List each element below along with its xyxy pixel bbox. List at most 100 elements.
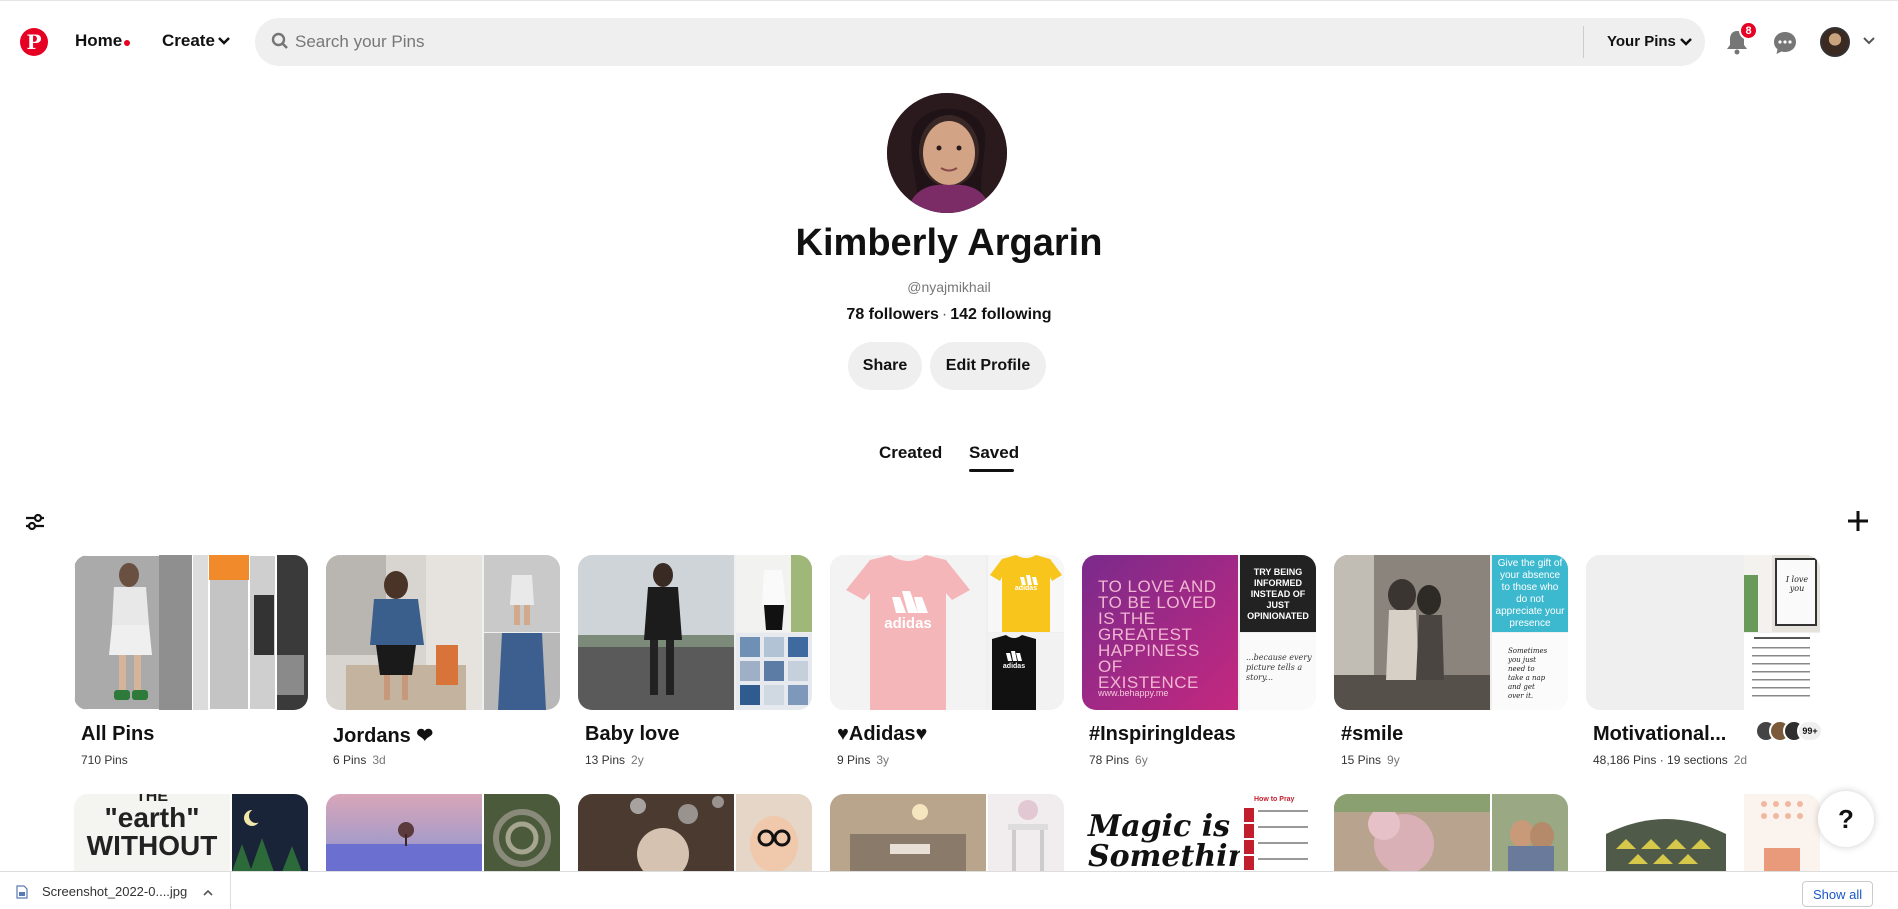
board-cover-image (830, 794, 986, 872)
quote-text: TRY BEING INFORMED INSTEAD OF JUST OPINI… (1247, 567, 1309, 621)
search-input[interactable] (295, 18, 1615, 66)
search-scope-dropdown[interactable]: Your Pins (1607, 33, 1676, 50)
board-cover[interactable]: TO LOVE AND TO BE LOVED IS THE GREATEST … (1082, 555, 1316, 710)
chevron-down-icon[interactable] (1862, 34, 1876, 48)
download-item[interactable]: Screenshot_2022-0....jpg (16, 884, 187, 899)
board-pin-count: 15 Pins (1341, 753, 1382, 767)
file-icon (16, 884, 28, 899)
tab-created[interactable]: Created (879, 443, 942, 463)
board-cover[interactable] (578, 555, 812, 710)
account-avatar[interactable] (1820, 27, 1850, 57)
chevron-down-icon[interactable] (217, 34, 231, 48)
board-cover-image (1586, 555, 1742, 710)
download-bar: Screenshot_2022-0....jpg Show all (0, 871, 1898, 909)
board-title: Jordans ❤ (333, 725, 434, 747)
board-cover-image: I love you (1744, 555, 1820, 632)
plus-icon[interactable] (1845, 508, 1871, 534)
board-card[interactable]: Magic is Something How to Pray (1082, 794, 1316, 872)
board-cover-image (578, 555, 734, 710)
quote-text: I love you (1785, 575, 1809, 593)
chevron-up-icon[interactable] (202, 888, 214, 898)
board-title: All Pins (81, 723, 155, 745)
board-cover-image (484, 555, 560, 632)
board-cover-image: Sometimes you just need to take a nap an… (1492, 633, 1568, 710)
board-cover[interactable]: Give the gift of your absence to those w… (1334, 555, 1568, 710)
board-card[interactable]: TO LOVE AND TO BE LOVED IS THE GREATEST … (1082, 555, 1316, 767)
board-cover-image (1334, 555, 1490, 710)
board-cover[interactable] (74, 555, 308, 710)
board-card[interactable]: Jordans ❤ 6 Pins 3d (326, 555, 560, 767)
cover-text: Magic is Something (1088, 809, 1271, 872)
help-button[interactable]: ? (1818, 791, 1874, 847)
board-card[interactable]: Baby love 13 Pins 2y (578, 555, 812, 767)
board-cover-image (1744, 794, 1820, 872)
board-cover-image (1334, 794, 1490, 872)
board-card[interactable] (1334, 794, 1568, 872)
adidas-logo-text: adidas (884, 615, 932, 632)
board-cover[interactable]: adidas adidas adidas (830, 555, 1064, 710)
board-meta: 13 Pins 2y (585, 753, 644, 767)
share-button[interactable]: Share (848, 342, 922, 390)
board-cover-image: How to Pray (1240, 794, 1316, 872)
board-card[interactable]: THE "earth" WITHOUT (74, 794, 308, 872)
board-title: #smile (1341, 723, 1404, 745)
board-cover-image: adidas (988, 555, 1064, 632)
board-meta: 9 Pins 3y (837, 753, 889, 767)
board-card[interactable]: I love you Motivational... 48,186 Pins ·… (1586, 555, 1820, 767)
following-count[interactable]: 142 following (950, 306, 1051, 323)
board-card[interactable] (326, 794, 560, 872)
board-meta: 15 Pins 9y (1341, 753, 1400, 767)
board-age: 2y (631, 753, 644, 767)
board-title: Motivational... (1593, 723, 1727, 745)
board-cover-image (736, 633, 812, 710)
board-card[interactable]: All Pins 710 Pins (74, 555, 308, 767)
collaborators-more-badge: 99+ (1797, 720, 1823, 742)
nav-create-menu[interactable]: Create (162, 31, 215, 51)
collaborator-avatars[interactable]: 99+ (1755, 720, 1823, 742)
board-cover-image: ...because every picture tells a story..… (1240, 633, 1316, 710)
board-cover[interactable] (326, 555, 560, 710)
messages-icon[interactable] (1772, 30, 1798, 56)
board-cover-image: adidas (988, 633, 1064, 710)
board-cover-image: Magic is Something (1082, 794, 1271, 872)
board-age: 2d (1733, 753, 1748, 767)
board-pin-count: 9 Pins (837, 753, 871, 767)
board-card[interactable] (1586, 794, 1820, 872)
nav-home-link[interactable]: Home (75, 31, 122, 51)
board-card[interactable]: adidas adidas adidas ♥Adidas♥ 9 Pins 3y (830, 555, 1064, 767)
board-cover-image (484, 794, 560, 872)
download-bar-divider (230, 872, 231, 909)
board-cover-image (736, 794, 812, 872)
board-pin-count: 78 Pins (1089, 753, 1130, 767)
board-card[interactable]: Give the gift of your absence to those w… (1334, 555, 1568, 767)
board-cover-image (1586, 794, 1742, 872)
board-cover-image (232, 794, 308, 872)
quote-text: Sometimes you just need to take a nap an… (1508, 647, 1548, 700)
download-file-name: Screenshot_2022-0....jpg (42, 884, 188, 899)
all-pins-stacked-cover (74, 555, 308, 710)
board-cover-image (578, 794, 734, 872)
board-card[interactable] (830, 794, 1064, 872)
edit-profile-button[interactable]: Edit Profile (930, 342, 1046, 390)
board-title: #InspiringIdeas (1089, 723, 1236, 745)
active-tab-indicator (969, 469, 1014, 472)
board-age: 3d (372, 753, 386, 767)
search-bar[interactable]: Your Pins (255, 18, 1705, 66)
pinterest-logo-icon[interactable]: P (20, 28, 48, 56)
board-pin-count: 13 Pins (585, 753, 626, 767)
board-cover[interactable]: I love you (1586, 555, 1820, 710)
board-pin-count: 710 Pins (81, 753, 128, 767)
board-age: 6y (1135, 753, 1148, 767)
followers-count[interactable]: 78 followers (846, 306, 938, 323)
chevron-down-icon[interactable] (1679, 35, 1693, 49)
board-cover-image (1744, 633, 1820, 710)
board-cover-image: TRY BEING INFORMED INSTEAD OF JUST OPINI… (1240, 555, 1316, 632)
top-navigation-bar: P Home Create Your Pins 8 (0, 0, 1898, 84)
board-card[interactable] (578, 794, 812, 872)
profile-handle: @nyajmikhail (907, 279, 991, 295)
tab-saved[interactable]: Saved (969, 443, 1019, 463)
board-title: Baby love (585, 723, 680, 745)
show-all-downloads-button[interactable]: Show all (1802, 881, 1874, 907)
filter-sort-icon[interactable] (24, 511, 46, 533)
adidas-logo-text: adidas (1014, 585, 1038, 592)
